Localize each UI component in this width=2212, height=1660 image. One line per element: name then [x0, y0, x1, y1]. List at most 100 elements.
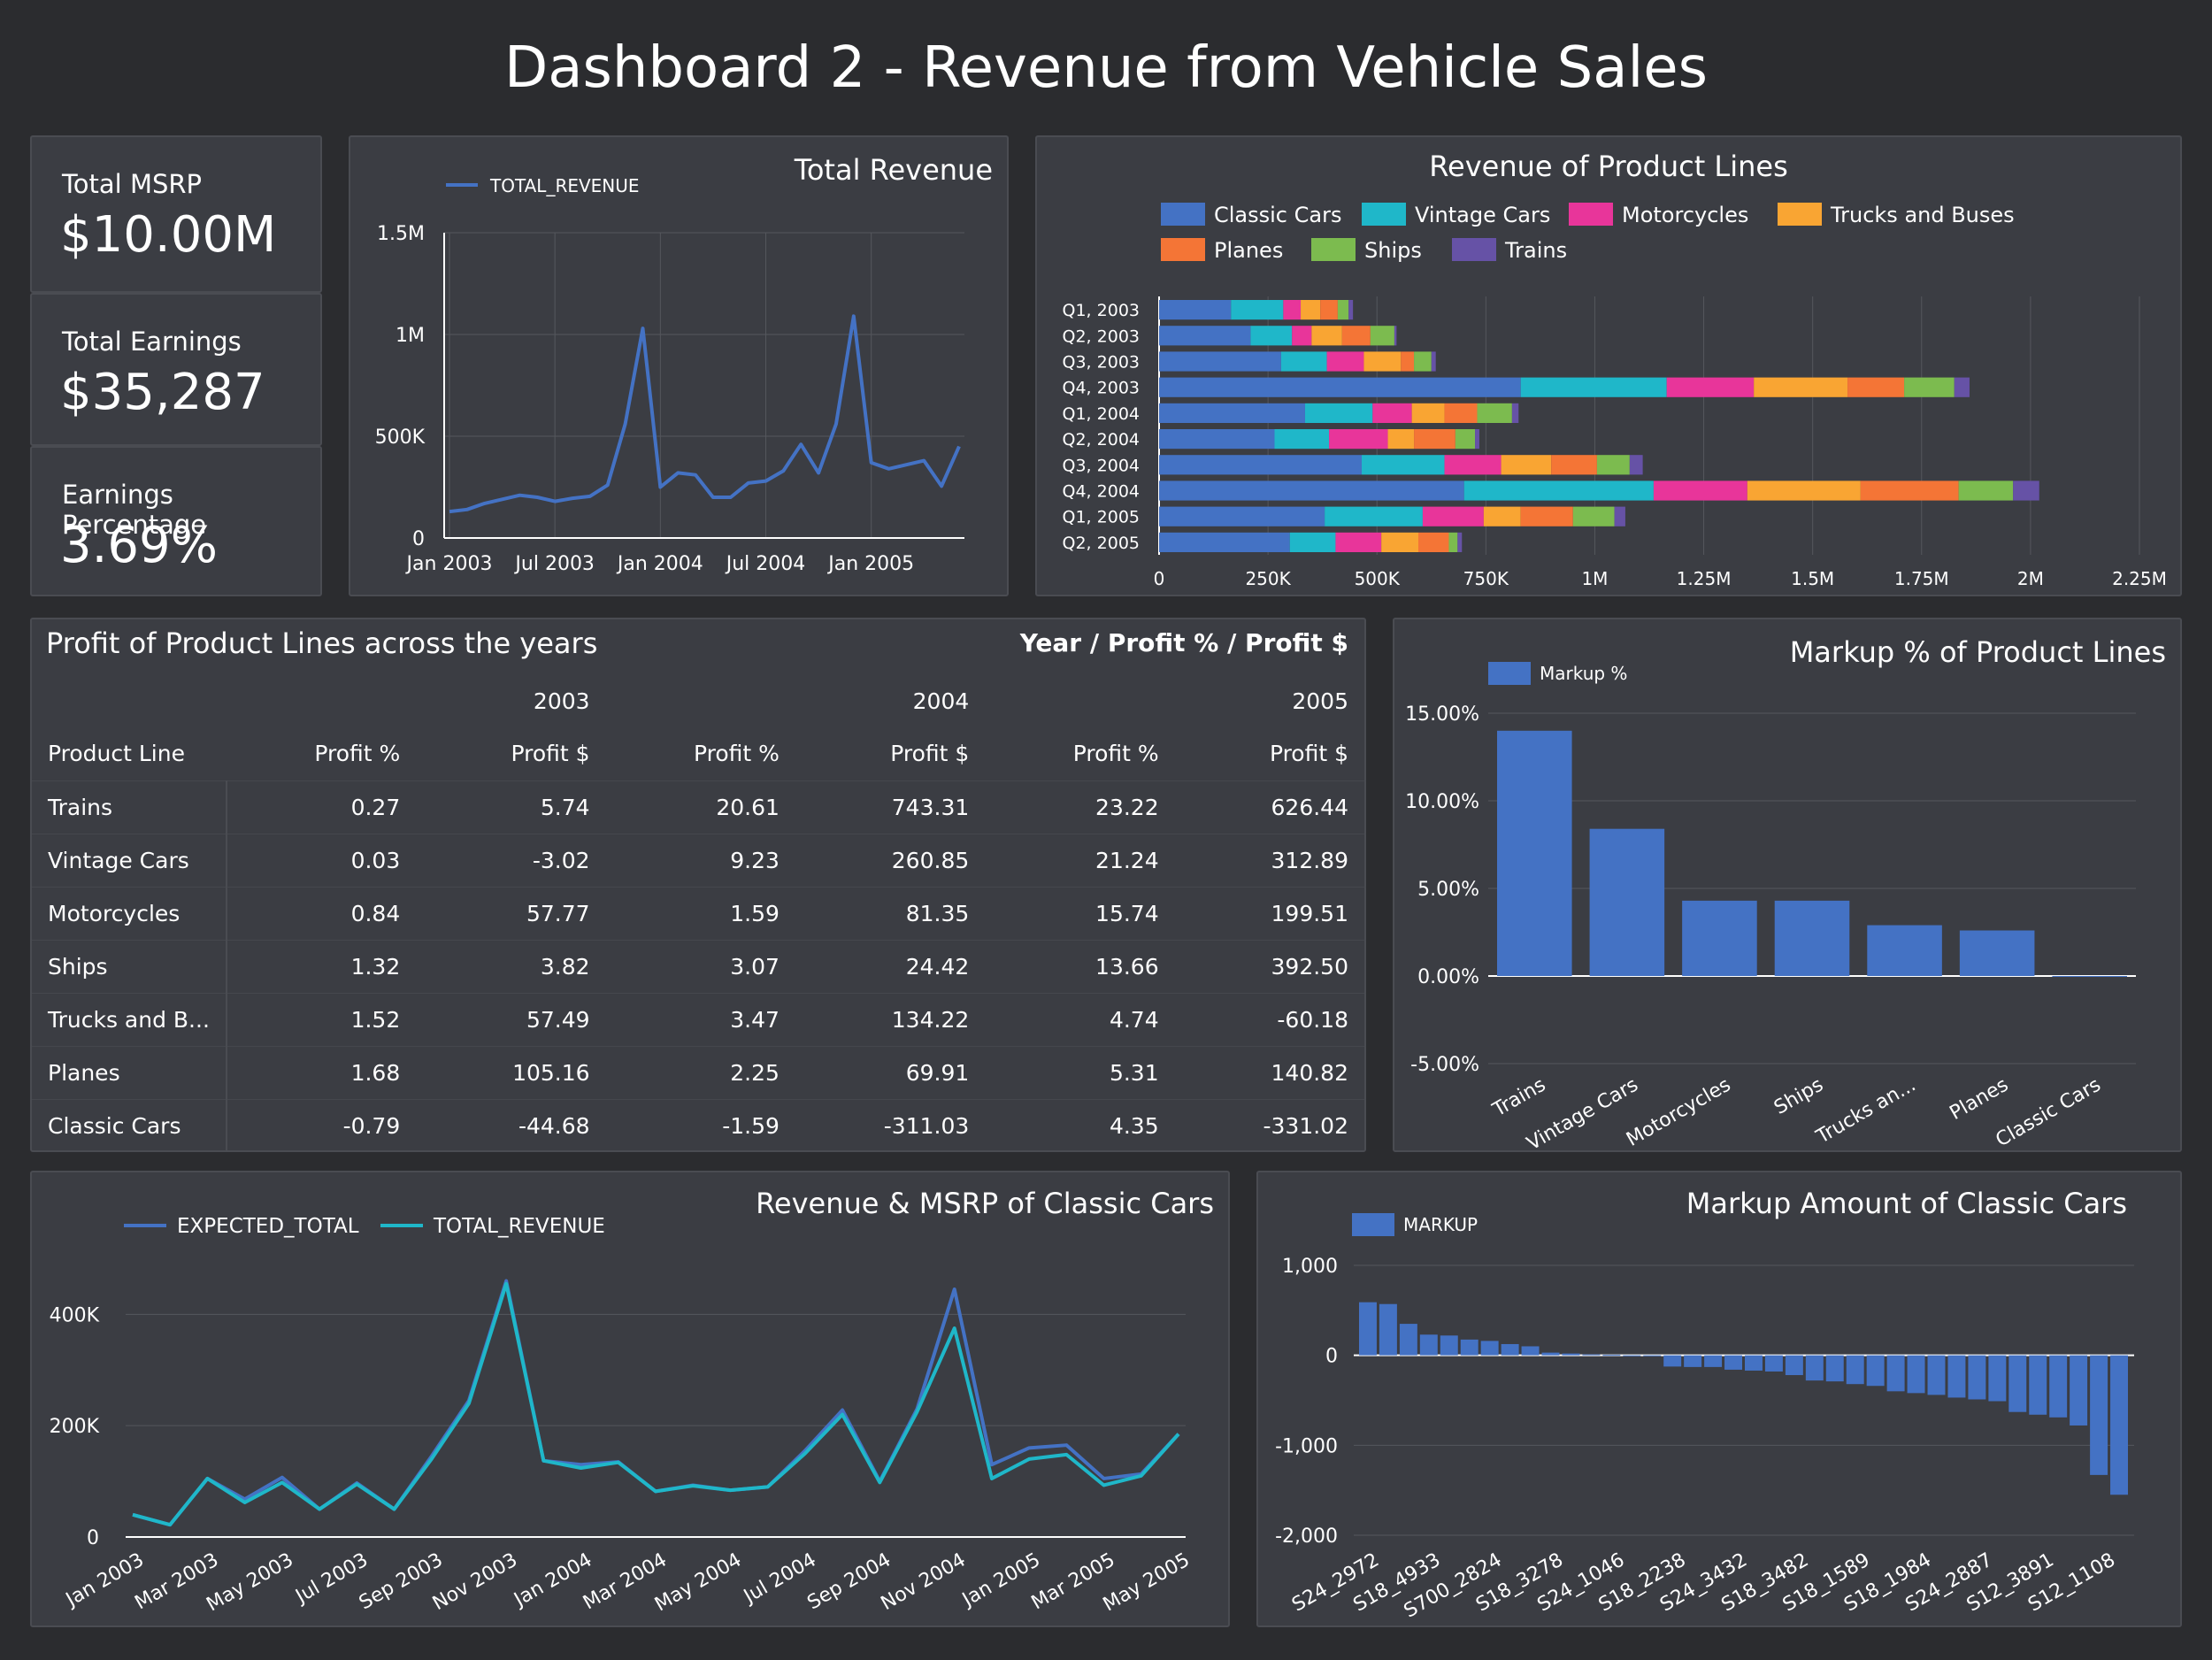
y-tick-label: 200K [50, 1416, 100, 1438]
bar [1927, 1355, 1946, 1395]
kpi-value: $35,287 [60, 364, 265, 421]
column-header[interactable]: Profit $ [1175, 727, 1364, 780]
value-cell: 105.16 [416, 1045, 606, 1099]
bar-segment [1159, 326, 1251, 346]
bar-segment [1292, 326, 1312, 346]
bar-segment [1501, 455, 1552, 475]
column-header[interactable]: Profit $ [795, 727, 985, 780]
x-tick-label: 2.25M [2112, 568, 2167, 589]
bar [1682, 900, 1757, 976]
product-line-cell: Classic Cars [32, 1098, 227, 1150]
bar-segment [1414, 351, 1432, 372]
bar-segment [1448, 532, 1458, 552]
table-row: Trucks and B... 1.52 57.49 3.47 134.22 4.74 -6… [32, 992, 1364, 1046]
value-cell: 57.49 [416, 992, 606, 1046]
y-tick-label: 500K [375, 427, 426, 449]
x-tick-label: Motorcycles [1623, 1074, 1734, 1150]
column-header[interactable]: Profit % [227, 727, 416, 780]
chart-title: Revenue & MSRP of Classic Cars [756, 1187, 1214, 1220]
x-tick-label: 250K [1245, 568, 1291, 589]
column-header[interactable]: Profit % [985, 727, 1174, 780]
x-tick-label: 1.25M [1677, 568, 1732, 589]
bar-segment [1954, 377, 1970, 397]
markup-amount-classic-chart: -2,000-1,00001,000S24_2972S18_4933S700_2… [1275, 1213, 2134, 1623]
year-header: 2004 [912, 688, 970, 714]
bar-segment [1289, 532, 1336, 552]
total-revenue-chart: 0 500K 1M 1.5M Jan 2003 Jul 2003 Jan 2004 Jul 2… [375, 175, 964, 575]
bar-segment [1337, 300, 1349, 320]
y-tick-label: Q1, 2003 [1063, 301, 1140, 320]
bar-segment [1483, 506, 1521, 526]
bar-segment [1431, 351, 1436, 372]
bar-segment [1320, 300, 1338, 320]
bar-segment [1159, 480, 1464, 501]
column-header[interactable]: Profit % [606, 727, 795, 780]
bar-segment [1572, 506, 1615, 526]
value-cell: 21.24 [985, 833, 1175, 887]
bar [1907, 1355, 1925, 1394]
product-line-cell: Ships [32, 939, 227, 993]
value-cell: 20.61 [605, 780, 795, 834]
x-tick-label: Jan 2004 [616, 553, 703, 575]
bar-segment [1666, 377, 1755, 397]
value-cell: 1.32 [226, 939, 417, 993]
y-tick-label: 0 [412, 528, 425, 550]
bar-segment [1747, 480, 1861, 501]
bar-segment [1520, 506, 1573, 526]
y-tick-label: Q1, 2004 [1063, 404, 1140, 424]
profit-pivot-card: Profit of Product Lines across the years… [30, 618, 1366, 1152]
value-cell: -44.68 [416, 1098, 606, 1150]
value-cell: 69.91 [795, 1045, 986, 1099]
value-cell: -60.18 [1174, 992, 1364, 1046]
value-cell: 13.66 [985, 939, 1175, 993]
year-header: 2005 [1292, 688, 1348, 714]
row-header[interactable]: Product Line [32, 727, 227, 780]
bar [1704, 1355, 1723, 1367]
bar-segment [1520, 377, 1667, 397]
bar [2008, 1355, 2027, 1412]
x-tick-label: 750K [1463, 568, 1509, 589]
bar-segment [1444, 455, 1502, 475]
value-cell: 3.82 [416, 939, 606, 993]
total-revenue-card: Total Revenue 0 500K 1M 1.5M Jan 2003 Jul 200… [349, 135, 1009, 596]
chart-title: Total Revenue [794, 153, 993, 187]
legend-label: Vintage Cars [1415, 203, 1550, 227]
y-tick-label: 1.5M [377, 223, 425, 245]
value-cell: -311.03 [795, 1098, 986, 1150]
column-header[interactable]: Profit $ [416, 727, 605, 780]
bar [1399, 1324, 1417, 1356]
bar [1541, 1352, 1560, 1356]
y-tick-label: 0 [1325, 1346, 1338, 1368]
legend-label: Classic Cars [1214, 203, 1341, 227]
bar-segment [1159, 455, 1362, 475]
bar [1440, 1335, 1458, 1356]
bar [1582, 1354, 1601, 1356]
value-cell: 9.23 [605, 833, 795, 887]
y-tick-label: Q2, 2003 [1063, 327, 1140, 346]
value-cell: 312.89 [1174, 833, 1364, 887]
bar-segment [1629, 455, 1643, 475]
bar-segment [1329, 429, 1388, 450]
bar-segment [2013, 480, 2039, 501]
bar [1805, 1355, 1824, 1381]
legend-swatch [1488, 662, 1531, 685]
bar-segment [1387, 429, 1415, 450]
markup-amount-classic-card: Markup Amount of Classic Cars -2,000 -1,0… [1256, 1171, 2182, 1627]
y-tick-label: 5.00% [1417, 879, 1479, 901]
bar-segment [1372, 403, 1412, 423]
bar [1785, 1355, 1803, 1376]
x-tick-label: Jan 2005 [826, 553, 914, 575]
y-tick-label: -5.00% [1410, 1054, 1479, 1076]
product-line-cell: Trains [32, 780, 227, 834]
y-tick-label: Q2, 2004 [1063, 430, 1140, 450]
bar-segment [1904, 377, 1955, 397]
value-cell: 3.07 [605, 939, 795, 993]
pivot-dimensions-label: Year / Profit % / Profit $ [1019, 628, 1348, 657]
bar-segment [1159, 300, 1232, 320]
value-cell: 5.74 [416, 780, 606, 834]
bar-segment [1231, 300, 1284, 320]
value-cell: 1.68 [226, 1045, 417, 1099]
legend-swatch [1778, 203, 1822, 226]
x-tick-label: Nov 2003 [429, 1549, 521, 1616]
y-tick-label: Q2, 2005 [1063, 534, 1140, 553]
